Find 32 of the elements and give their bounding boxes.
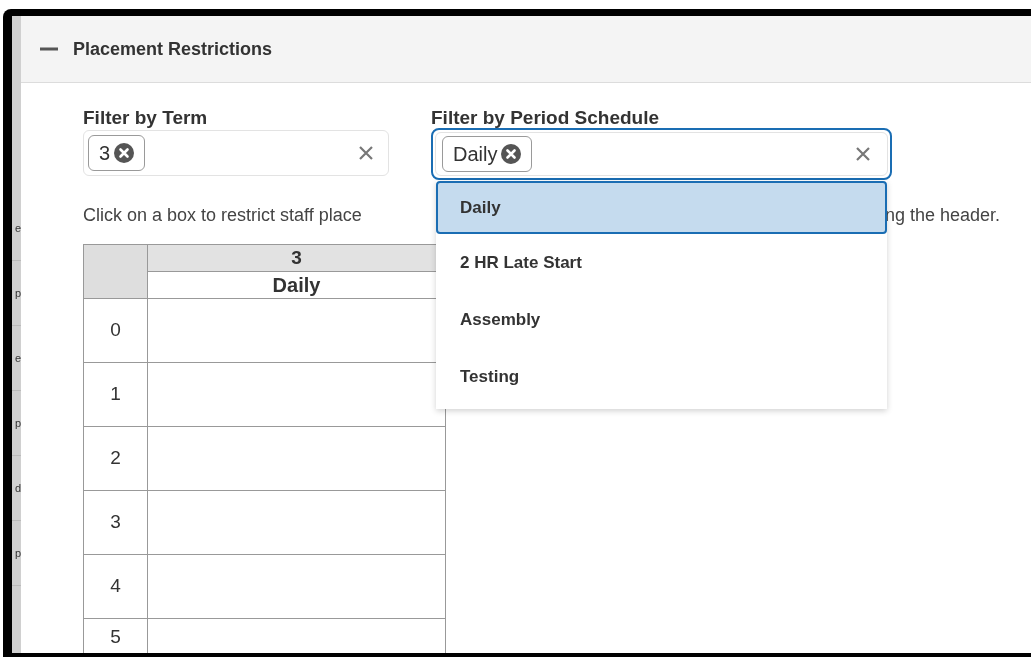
collapse-icon[interactable]: [40, 47, 58, 51]
filter-label: Filter by Term: [83, 106, 209, 126]
restriction-cell[interactable]: [147, 554, 446, 619]
background-text: p: [14, 287, 21, 299]
row-header[interactable]: 3: [83, 490, 148, 555]
filter-label: Filter by Period Schedule: [431, 106, 661, 126]
row-header[interactable]: 0: [83, 298, 148, 363]
remove-icon[interactable]: [501, 144, 522, 164]
multi-select-field[interactable]: 3: [83, 130, 389, 176]
dropdown-option[interactable]: Testing: [436, 348, 887, 405]
close-icon[interactable]: [358, 145, 374, 161]
section-title: Placement Restrictions: [73, 37, 273, 61]
chip-label: Daily: [453, 142, 498, 167]
chip-label: 3: [99, 141, 111, 166]
section-header[interactable]: Placement Restrictions: [21, 16, 1031, 83]
row-header[interactable]: 5: [83, 618, 148, 653]
background-text: p: [14, 417, 21, 429]
background-text: e: [14, 352, 21, 364]
row-header[interactable]: 1: [83, 362, 148, 427]
corner-cell: [83, 244, 148, 299]
remove-icon[interactable]: [114, 143, 135, 163]
row-header[interactable]: 4: [83, 554, 148, 619]
restriction-cell[interactable]: [147, 490, 446, 555]
background-text: p: [14, 547, 21, 559]
dropdown-option[interactable]: Daily: [436, 181, 887, 234]
restriction-cell[interactable]: [147, 426, 446, 491]
close-icon[interactable]: [855, 146, 871, 162]
instruction-text: Click on a box to restrict staff place: [83, 205, 362, 225]
background-text: e: [14, 222, 21, 234]
row-header[interactable]: 2: [83, 426, 148, 491]
background-text: d: [14, 482, 21, 494]
multi-select-field[interactable]: Daily: [435, 132, 888, 176]
